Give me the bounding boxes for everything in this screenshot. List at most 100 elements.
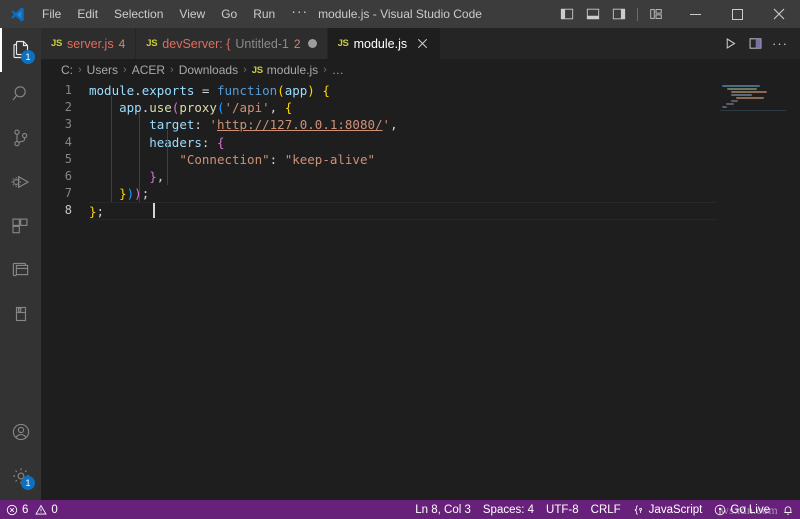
tab-dirty-indicator[interactable] bbox=[308, 39, 317, 48]
status-cursor-position[interactable]: Ln 8, Col 3 bbox=[409, 500, 477, 519]
warning-triangle-icon bbox=[35, 504, 47, 516]
code-line[interactable]: 3 target: 'http://127.0.0.1:8080/', bbox=[41, 116, 716, 133]
warning-count: 0 bbox=[51, 504, 57, 516]
status-problems[interactable]: 6 0 bbox=[0, 500, 64, 519]
tab-server-js[interactable]: JS server.js 4 bbox=[41, 28, 136, 59]
code-line[interactable]: 2 app.use(proxy('/api', { bbox=[41, 99, 716, 116]
layout-controls bbox=[555, 4, 668, 24]
activity-item-settings[interactable]: 1 bbox=[0, 454, 41, 498]
broadcast-icon bbox=[714, 504, 726, 516]
text-editor[interactable]: 1 module.exports = function(app) { 2 app… bbox=[41, 81, 800, 500]
breadcrumb-separator-icon: › bbox=[322, 64, 328, 76]
menu-more-icon[interactable]: ··· bbox=[283, 0, 316, 28]
status-indentation[interactable]: Spaces: 4 bbox=[477, 500, 540, 519]
braces-icon bbox=[633, 504, 645, 516]
line-content[interactable]: app.use(proxy('/api', { bbox=[89, 99, 716, 116]
line-content[interactable]: module.exports = function(app) { bbox=[89, 82, 716, 99]
line-content[interactable]: })); bbox=[89, 185, 716, 202]
breadcrumb-item-acer[interactable]: ACER bbox=[132, 63, 165, 77]
workbench: 1 bbox=[0, 28, 800, 500]
menu-run[interactable]: Run bbox=[245, 0, 283, 28]
text-cursor bbox=[153, 203, 155, 218]
tab-error-count: 4 bbox=[119, 37, 126, 51]
menu-go[interactable]: Go bbox=[213, 0, 245, 28]
vscode-window: File Edit Selection View Go Run ··· modu… bbox=[0, 0, 800, 519]
line-number: 3 bbox=[41, 116, 89, 133]
breadcrumb-item-users[interactable]: Users bbox=[87, 63, 118, 77]
close-icon[interactable] bbox=[415, 36, 430, 51]
tab-module-js[interactable]: JS module.js bbox=[328, 28, 442, 59]
status-notifications[interactable] bbox=[776, 500, 800, 519]
editor-group: JS server.js 4 JS devServer: { Untitled-… bbox=[41, 28, 800, 500]
title-bar: File Edit Selection View Go Run ··· modu… bbox=[0, 0, 800, 28]
layout-separator bbox=[637, 8, 638, 21]
maximize-button[interactable] bbox=[716, 0, 758, 28]
toggle-primary-sidebar-icon[interactable] bbox=[555, 4, 579, 24]
breadcrumb-item-downloads[interactable]: Downloads bbox=[179, 63, 238, 77]
customize-layout-icon[interactable] bbox=[644, 4, 668, 24]
breadcrumb-separator-icon: › bbox=[122, 64, 128, 76]
status-go-live[interactable]: Go Live bbox=[708, 500, 776, 519]
status-bar-left: 6 0 bbox=[0, 500, 64, 519]
split-editor-right-icon[interactable] bbox=[743, 33, 767, 55]
line-content[interactable]: }; bbox=[89, 202, 716, 219]
more-actions-icon[interactable]: ··· bbox=[768, 33, 792, 55]
activity-item-accounts[interactable] bbox=[0, 410, 41, 454]
activity-item-search[interactable] bbox=[0, 72, 41, 116]
tab-error-count: 2 bbox=[294, 37, 301, 51]
activity-bar: 1 bbox=[0, 28, 41, 500]
line-content[interactable]: headers: { bbox=[89, 134, 716, 151]
activity-item-run-and-debug[interactable] bbox=[0, 160, 41, 204]
code-line[interactable]: 4 headers: { bbox=[41, 134, 716, 151]
js-file-icon: JS bbox=[146, 38, 157, 49]
js-file-icon: JS bbox=[338, 38, 349, 49]
tab-label: module.js bbox=[354, 37, 408, 51]
line-number: 5 bbox=[41, 151, 89, 168]
breadcrumb-separator-icon: › bbox=[77, 64, 83, 76]
activity-item-extensions[interactable] bbox=[0, 204, 41, 248]
activity-bar-top: 1 bbox=[0, 28, 41, 336]
menu-bar: File Edit Selection View Go Run ··· bbox=[34, 0, 316, 28]
code-line[interactable]: 6 }, bbox=[41, 168, 716, 185]
tab-devserver[interactable]: JS devServer: { Untitled-1 2 bbox=[136, 28, 327, 59]
code-line[interactable]: 5 "Connection": "keep-alive" bbox=[41, 151, 716, 168]
line-content[interactable]: "Connection": "keep-alive" bbox=[89, 151, 716, 168]
breadcrumb-item-file[interactable]: module.js bbox=[267, 63, 318, 77]
activity-item-explorer[interactable]: 1 bbox=[0, 28, 41, 72]
menu-edit[interactable]: Edit bbox=[69, 0, 106, 28]
menu-file[interactable]: File bbox=[34, 0, 69, 28]
status-language-mode[interactable]: JavaScript bbox=[627, 500, 709, 519]
code-line[interactable]: 7 })); bbox=[41, 185, 716, 202]
menu-selection[interactable]: Selection bbox=[106, 0, 171, 28]
activity-bar-bottom: 1 bbox=[0, 410, 41, 500]
go-live-label: Go Live bbox=[730, 504, 770, 516]
editor-actions: ··· bbox=[718, 28, 800, 59]
settings-badge: 1 bbox=[21, 476, 35, 490]
code-line[interactable]: 1 module.exports = function(app) { bbox=[41, 82, 716, 99]
toggle-panel-icon[interactable] bbox=[581, 4, 605, 24]
run-code-icon[interactable] bbox=[718, 33, 742, 55]
error-circle-icon bbox=[6, 504, 18, 516]
tab-label: devServer: { bbox=[162, 37, 230, 51]
tab-sublabel: Untitled-1 bbox=[235, 37, 289, 51]
line-content[interactable]: }, bbox=[89, 168, 716, 185]
toggle-secondary-sidebar-icon[interactable] bbox=[607, 4, 631, 24]
close-button[interactable] bbox=[758, 0, 800, 28]
overview-ruler[interactable] bbox=[786, 81, 800, 500]
activity-item-remote-explorer[interactable] bbox=[0, 248, 41, 292]
code-line[interactable]: 8 }; bbox=[41, 202, 716, 219]
status-encoding[interactable]: UTF-8 bbox=[540, 500, 585, 519]
activity-item-testing[interactable] bbox=[0, 292, 41, 336]
line-number: 6 bbox=[41, 168, 89, 185]
breadcrumb-item-drive[interactable]: C: bbox=[61, 63, 73, 77]
title-bar-right bbox=[555, 0, 800, 28]
menu-view[interactable]: View bbox=[171, 0, 213, 28]
code-area[interactable]: 1 module.exports = function(app) { 2 app… bbox=[41, 81, 716, 500]
activity-item-source-control[interactable] bbox=[0, 116, 41, 160]
line-content[interactable]: target: 'http://127.0.0.1:8080/', bbox=[89, 116, 716, 133]
breadcrumb-item-symbols[interactable]: … bbox=[332, 63, 344, 77]
minimap[interactable] bbox=[716, 81, 800, 500]
status-eol[interactable]: CRLF bbox=[585, 500, 627, 519]
minimize-button[interactable] bbox=[674, 0, 716, 28]
js-file-icon: JS bbox=[51, 38, 62, 49]
